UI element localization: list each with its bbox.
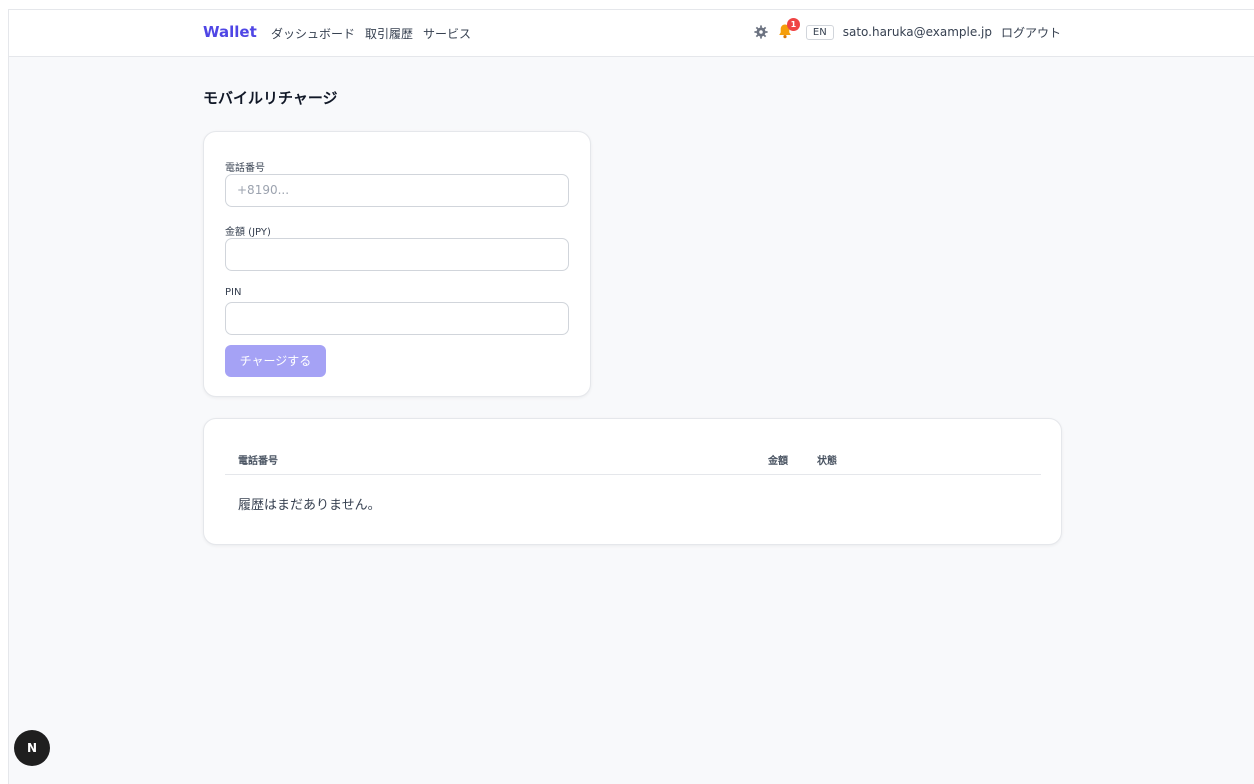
- recharge-submit-button[interactable]: チャージする: [225, 345, 326, 377]
- recharge-form-card: 電話番号 +8190... 金額 (JPY) PIN チャージする: [203, 131, 591, 397]
- pin-label: PIN: [225, 287, 242, 298]
- settings-icon[interactable]: [754, 25, 768, 39]
- top-navbar: Wallet ダッシュボード 取引履歴 サービス 1 EN sato.haruk…: [9, 10, 1254, 57]
- empty-history-message: 履歴はまだありません。: [238, 498, 381, 513]
- dev-tools-badge[interactable]: N: [14, 730, 50, 766]
- app-frame: Wallet ダッシュボード 取引履歴 サービス 1 EN sato.haruk…: [8, 9, 1254, 784]
- amount-input[interactable]: [225, 238, 569, 271]
- table-divider: [225, 474, 1041, 475]
- logout-link[interactable]: ログアウト: [1001, 24, 1061, 41]
- main-nav: ダッシュボード 取引履歴 サービス: [271, 25, 471, 42]
- notification-count-badge: 1: [786, 18, 800, 31]
- nav-actions: 1 EN sato.haruka@example.jp ログアウト: [754, 18, 1061, 41]
- phone-input[interactable]: +8190...: [225, 174, 569, 207]
- brand-logo[interactable]: Wallet: [203, 23, 257, 41]
- language-toggle-button[interactable]: EN: [805, 24, 834, 40]
- nav-services[interactable]: サービス: [423, 25, 471, 42]
- header-phone: 電話番号: [238, 456, 278, 467]
- phone-label: 電話番号: [225, 163, 265, 174]
- header-status: 状態: [817, 456, 837, 467]
- nav-transactions[interactable]: 取引履歴: [365, 25, 413, 42]
- notifications-button[interactable]: 1: [777, 18, 800, 41]
- user-email: sato.haruka@example.jp: [842, 25, 992, 39]
- pin-input[interactable]: [225, 302, 569, 335]
- nav-dashboard[interactable]: ダッシュボード: [271, 25, 355, 42]
- header-amount: 金額: [768, 456, 788, 467]
- page-title: モバイルリチャージ: [203, 89, 338, 107]
- recharge-history-card: 電話番号 金額 状態 履歴はまだありません。: [203, 418, 1062, 545]
- amount-label: 金額 (JPY): [225, 227, 271, 238]
